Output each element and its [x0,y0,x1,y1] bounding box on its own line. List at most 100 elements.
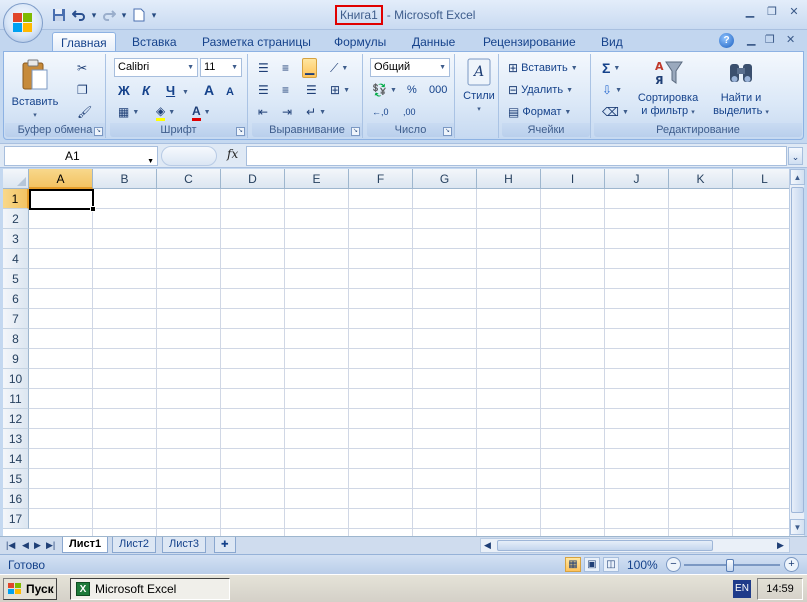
row-header[interactable]: 9 [3,349,29,369]
font-size-combo[interactable]: 11 ▼ [200,58,242,77]
row-header[interactable]: 10 [3,369,29,389]
undo-dropdown-icon[interactable]: ▾ [90,10,98,21]
percent-button[interactable]: % [405,80,419,100]
align-bottom-button[interactable]: ▁ [302,58,318,78]
tab-home[interactable]: Главная [52,32,116,52]
column-header[interactable]: E [285,169,349,189]
bold-button[interactable]: Ж [116,80,132,100]
borders-button[interactable]: ▦ ▼ [116,102,141,122]
decrease-indent-button[interactable]: ⇤ [256,102,270,122]
ribbon-restore-icon[interactable]: ❐ [765,33,775,46]
insert-cells-button[interactable]: ⊞ Вставить ▼ [506,58,580,78]
save-icon[interactable] [50,6,68,24]
worksheet-grid[interactable]: A B C D E F G H I J K L 1 2 3 4 5 6 7 8 9 10 11 12 13 14 15 16 17 [3,169,789,536]
sort-filter-button[interactable]: А Я Сортировка и фильтр ▾ [630,58,706,119]
row-header[interactable]: 2 [3,209,29,229]
name-box[interactable]: A1 ▼ [4,146,158,166]
expand-formula-bar-icon[interactable]: ⌄ [788,147,803,165]
align-left-button[interactable]: ☰ [256,80,271,100]
sheet-tab-1[interactable]: Лист1 [62,537,109,553]
currency-button[interactable]: 💱 ▼ [370,80,399,100]
column-header[interactable]: A [29,169,93,189]
horizontal-scrollbar[interactable]: ◀ ▶ [480,538,790,553]
start-button[interactable]: Пуск [3,578,57,600]
undo-icon[interactable] [70,6,88,24]
scroll-right-icon[interactable]: ▶ [777,540,784,551]
scroll-up-icon[interactable]: ▲ [790,169,805,185]
fill-handle[interactable] [90,206,96,212]
column-header[interactable]: I [541,169,605,189]
styles-dropdown-icon[interactable]: ▾ [460,103,498,116]
cut-button[interactable]: ✂ [75,58,89,78]
increase-decimal-button[interactable]: ←,0 [370,102,391,122]
formula-input[interactable] [246,146,787,166]
horizontal-scroll-thumb[interactable] [497,540,713,551]
row-header[interactable]: 3 [3,229,29,249]
orientation-button[interactable]: ⟋ ▼ [328,58,350,78]
tab-view[interactable]: Вид [593,32,631,52]
align-top-button[interactable]: ☰ [256,58,271,78]
zoom-in-icon[interactable]: + [784,557,799,572]
zoom-slider-thumb[interactable] [726,559,734,572]
sheet-tab-3[interactable]: Лист3 [162,537,207,553]
column-header[interactable]: D [221,169,285,189]
vertical-scroll-thumb[interactable] [791,187,804,513]
underline-dropdown-icon[interactable]: ▼ [180,82,191,102]
row-header[interactable]: 16 [3,489,29,509]
row-header[interactable]: 7 [3,309,29,329]
column-header[interactable]: G [413,169,477,189]
last-sheet-icon[interactable]: ▶| [46,540,55,551]
ribbon-close-icon[interactable]: ✕ [786,33,795,46]
column-header[interactable]: H [477,169,541,189]
customize-qat-icon[interactable]: ▾ [150,10,158,21]
tab-data[interactable]: Данные [404,32,463,52]
restore-icon[interactable]: ❐ [765,5,779,19]
font-color-button[interactable]: A ▼ [190,102,213,122]
new-doc-icon[interactable] [130,6,148,24]
font-name-combo[interactable]: Calibri ▼ [114,58,198,77]
column-header[interactable]: J [605,169,669,189]
page-break-view-icon[interactable]: ◫ [603,557,619,572]
alignment-launcher-icon[interactable]: ↘ [351,127,360,136]
redo-icon[interactable] [100,6,118,24]
align-middle-button[interactable]: ≡ [280,58,291,78]
insert-sheet-icon[interactable]: ✚ [214,537,236,553]
select-all-button[interactable] [3,169,29,189]
first-sheet-icon[interactable]: |◀ [6,540,15,551]
tab-formulas[interactable]: Формулы [326,32,394,52]
row-header[interactable]: 6 [3,289,29,309]
thousands-button[interactable]: 000 [427,80,449,100]
column-header[interactable]: C [157,169,221,189]
row-header[interactable]: 14 [3,449,29,469]
zoom-level[interactable]: 100% [627,558,658,572]
sheet-tab-2[interactable]: Лист2 [112,537,157,553]
underline-button[interactable]: Ч [164,80,177,100]
tab-review[interactable]: Рецензирование [475,32,584,52]
column-header[interactable]: L [733,169,789,189]
row-header[interactable]: 8 [3,329,29,349]
minimize-icon[interactable]: ▁ [743,5,757,19]
increase-indent-button[interactable]: ⇥ [280,102,294,122]
align-center-button[interactable]: ≡ [280,80,291,100]
tab-insert[interactable]: Вставка [124,32,185,52]
scroll-left-icon[interactable]: ◀ [484,540,491,551]
language-indicator[interactable]: EN [733,580,751,598]
number-format-combo[interactable]: Общий ▼ [370,58,450,77]
row-header[interactable]: 13 [3,429,29,449]
align-right-button[interactable]: ☰ [304,80,319,100]
close-icon[interactable]: ✕ [787,5,801,19]
decrease-decimal-button[interactable]: ,00 [401,102,418,122]
row-header[interactable]: 1 [3,189,29,209]
tab-page-layout[interactable]: Разметка страницы [194,32,319,52]
autosum-button[interactable]: Σ ▼ [600,58,622,78]
row-header[interactable]: 12 [3,409,29,429]
help-icon[interactable]: ? [719,33,734,48]
clipboard-launcher-icon[interactable]: ↘ [94,127,103,136]
active-cell[interactable] [29,189,94,210]
taskbar-excel-button[interactable]: X Microsoft Excel [70,578,230,600]
row-header[interactable]: 5 [3,269,29,289]
vertical-scrollbar[interactable]: ▲ ▼ [789,169,805,536]
paste-dropdown-icon[interactable]: ▾ [11,109,59,122]
fill-color-button[interactable]: ◈ ▼ [154,102,177,122]
font-launcher-icon[interactable]: ↘ [236,127,245,136]
